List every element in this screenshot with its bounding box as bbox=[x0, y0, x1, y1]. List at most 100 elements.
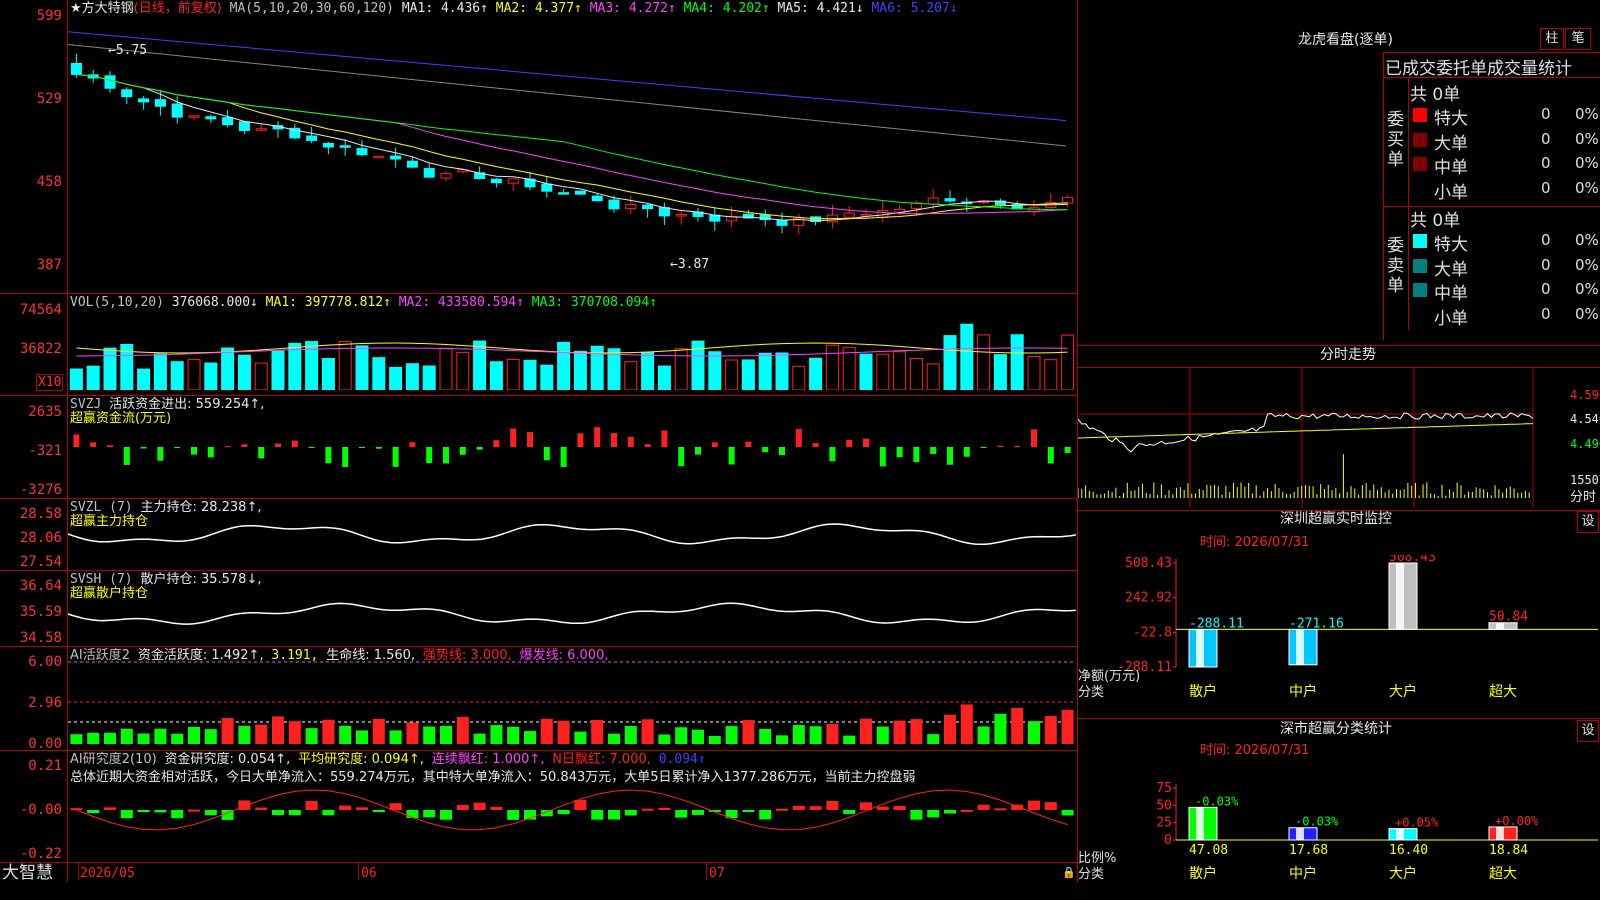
research-bar bbox=[944, 810, 956, 814]
panel-divider bbox=[0, 395, 1077, 396]
capital-flow-bar bbox=[980, 447, 987, 448]
bar-value-label: 47.08 bbox=[1189, 843, 1228, 858]
research-bar bbox=[204, 810, 217, 816]
ai-research-t2: 平均研究度: 0.094↑, bbox=[298, 752, 424, 767]
vol-axis-label: 36822 bbox=[19, 341, 62, 357]
change-label: +0.00% bbox=[1495, 814, 1539, 828]
volume-bar bbox=[809, 357, 823, 390]
volume-bar bbox=[825, 344, 839, 390]
tick-view-button[interactable]: 笔 bbox=[1565, 28, 1591, 50]
activity-bar bbox=[826, 723, 839, 744]
order-count: 0 bbox=[1541, 255, 1551, 274]
activity-bar bbox=[389, 730, 402, 744]
capital-flow-bar bbox=[1064, 447, 1071, 453]
sell-group-label: 委卖单 bbox=[1387, 236, 1404, 296]
activity-bar bbox=[322, 719, 335, 744]
capital-flow-bar bbox=[829, 447, 836, 462]
svsh-axis-label: 34.58 bbox=[19, 630, 62, 646]
capital-flow-bar bbox=[325, 447, 332, 464]
candle-body bbox=[927, 197, 939, 205]
dragon-tiger-title: 龙虎看盘(逐单) bbox=[1298, 32, 1393, 48]
capital-flow-bar bbox=[258, 447, 265, 459]
monitor-time: 时间: 2026/07/31 bbox=[1200, 535, 1310, 550]
retail-holding-line bbox=[68, 602, 1076, 625]
axis-tick-label: 75 bbox=[1156, 781, 1172, 796]
bar-highlight bbox=[1396, 828, 1404, 840]
capital-flow-bar bbox=[174, 447, 181, 448]
research-bar bbox=[288, 810, 301, 816]
vol-unit-badge[interactable]: X10 bbox=[36, 374, 64, 391]
research-bar bbox=[557, 810, 570, 815]
research-bar bbox=[188, 809, 200, 812]
moving-average-line bbox=[76, 73, 1068, 222]
classify-settings-button[interactable]: 设 bbox=[1577, 720, 1599, 742]
axis-tick-label: 242.92 bbox=[1125, 591, 1172, 606]
capital-flow-bar bbox=[1047, 447, 1054, 464]
activity-bar bbox=[860, 718, 872, 744]
research-bar bbox=[809, 806, 822, 810]
activity-bar bbox=[994, 713, 1007, 744]
order-count: 0 bbox=[1541, 154, 1551, 172]
order-size-label: 大单 bbox=[1434, 259, 1468, 280]
tab-traded[interactable]: 已成交 bbox=[1385, 59, 1436, 79]
capital-flow-bar bbox=[207, 447, 214, 458]
capital-flow-bar bbox=[963, 447, 970, 457]
research-bar bbox=[893, 805, 906, 810]
capital-flow-bar bbox=[157, 447, 164, 461]
order-percent: 0% bbox=[1575, 304, 1599, 323]
y-axis-title: 净额(万元) bbox=[1078, 669, 1140, 684]
brand-logo[interactable]: 大智慧 bbox=[2, 864, 53, 882]
bar-view-button[interactable]: 柱 bbox=[1540, 28, 1564, 50]
research-bar bbox=[356, 807, 368, 810]
research-bar bbox=[1028, 800, 1040, 810]
order-count: 0 bbox=[1541, 304, 1551, 323]
research-bar bbox=[641, 808, 654, 811]
x-axis-title: 分类 bbox=[1078, 867, 1104, 882]
x-axis-title: 分类 bbox=[1078, 685, 1104, 700]
candlestick-chart[interactable] bbox=[68, 14, 1076, 292]
volume-bar bbox=[422, 365, 436, 390]
candle-body bbox=[154, 99, 166, 107]
candle-body bbox=[373, 155, 385, 159]
capital-flow-bar bbox=[678, 447, 685, 467]
capital-flow-bar bbox=[762, 447, 769, 453]
volume-bar bbox=[741, 359, 755, 390]
high-price-marker: ←5.75 bbox=[108, 43, 148, 58]
bar-highlight bbox=[1396, 563, 1404, 630]
panel-divider bbox=[0, 646, 1077, 647]
activity-bar bbox=[776, 735, 788, 744]
capital-flow-bar bbox=[123, 447, 130, 465]
activity-bar bbox=[137, 733, 150, 744]
capital-flow-bar bbox=[409, 442, 416, 447]
lock-icon[interactable]: 🔒 bbox=[1062, 866, 1076, 879]
research-bar bbox=[759, 810, 772, 820]
bar-value-label: -288.11 bbox=[1189, 616, 1244, 631]
research-bar bbox=[1044, 802, 1057, 810]
capital-flow-bar bbox=[275, 443, 281, 447]
monitor-settings-button[interactable]: 设 bbox=[1577, 511, 1599, 533]
capital-flow-bar bbox=[745, 441, 752, 447]
intraday-price-label: 4.490 bbox=[1570, 437, 1600, 451]
candle-body bbox=[574, 190, 586, 195]
volume-chart bbox=[69, 323, 1075, 390]
activity-bar bbox=[524, 731, 536, 744]
capital-flow-bar bbox=[1014, 445, 1021, 447]
research-bar bbox=[876, 806, 889, 810]
divider bbox=[1383, 52, 1600, 53]
tab-volume-stats[interactable]: 成交量统计 bbox=[1487, 59, 1572, 79]
moving-average-line bbox=[76, 73, 1068, 211]
change-label: -0.03% bbox=[1195, 794, 1239, 808]
candle-body bbox=[541, 183, 553, 192]
legend-swatch bbox=[1413, 157, 1427, 171]
capital-flow-bar bbox=[191, 447, 197, 455]
research-bar bbox=[238, 800, 251, 810]
intraday-chart[interactable] bbox=[1078, 368, 1568, 508]
tab-bar: 已成交委托单成交量统计 bbox=[1385, 54, 1572, 79]
candle-body bbox=[944, 198, 956, 202]
order-size-label: 中单 bbox=[1434, 158, 1468, 178]
activity-bar bbox=[608, 733, 620, 744]
volume-bar bbox=[977, 334, 991, 390]
tab-orders[interactable]: 委托单 bbox=[1436, 59, 1487, 79]
ratio-bar-chart: 75 50 25 0 47.08 散户 17.68 中户 16.40 大户 18.84 超大 比例%分类… bbox=[1078, 781, 1598, 882]
activity-bar bbox=[288, 721, 301, 744]
